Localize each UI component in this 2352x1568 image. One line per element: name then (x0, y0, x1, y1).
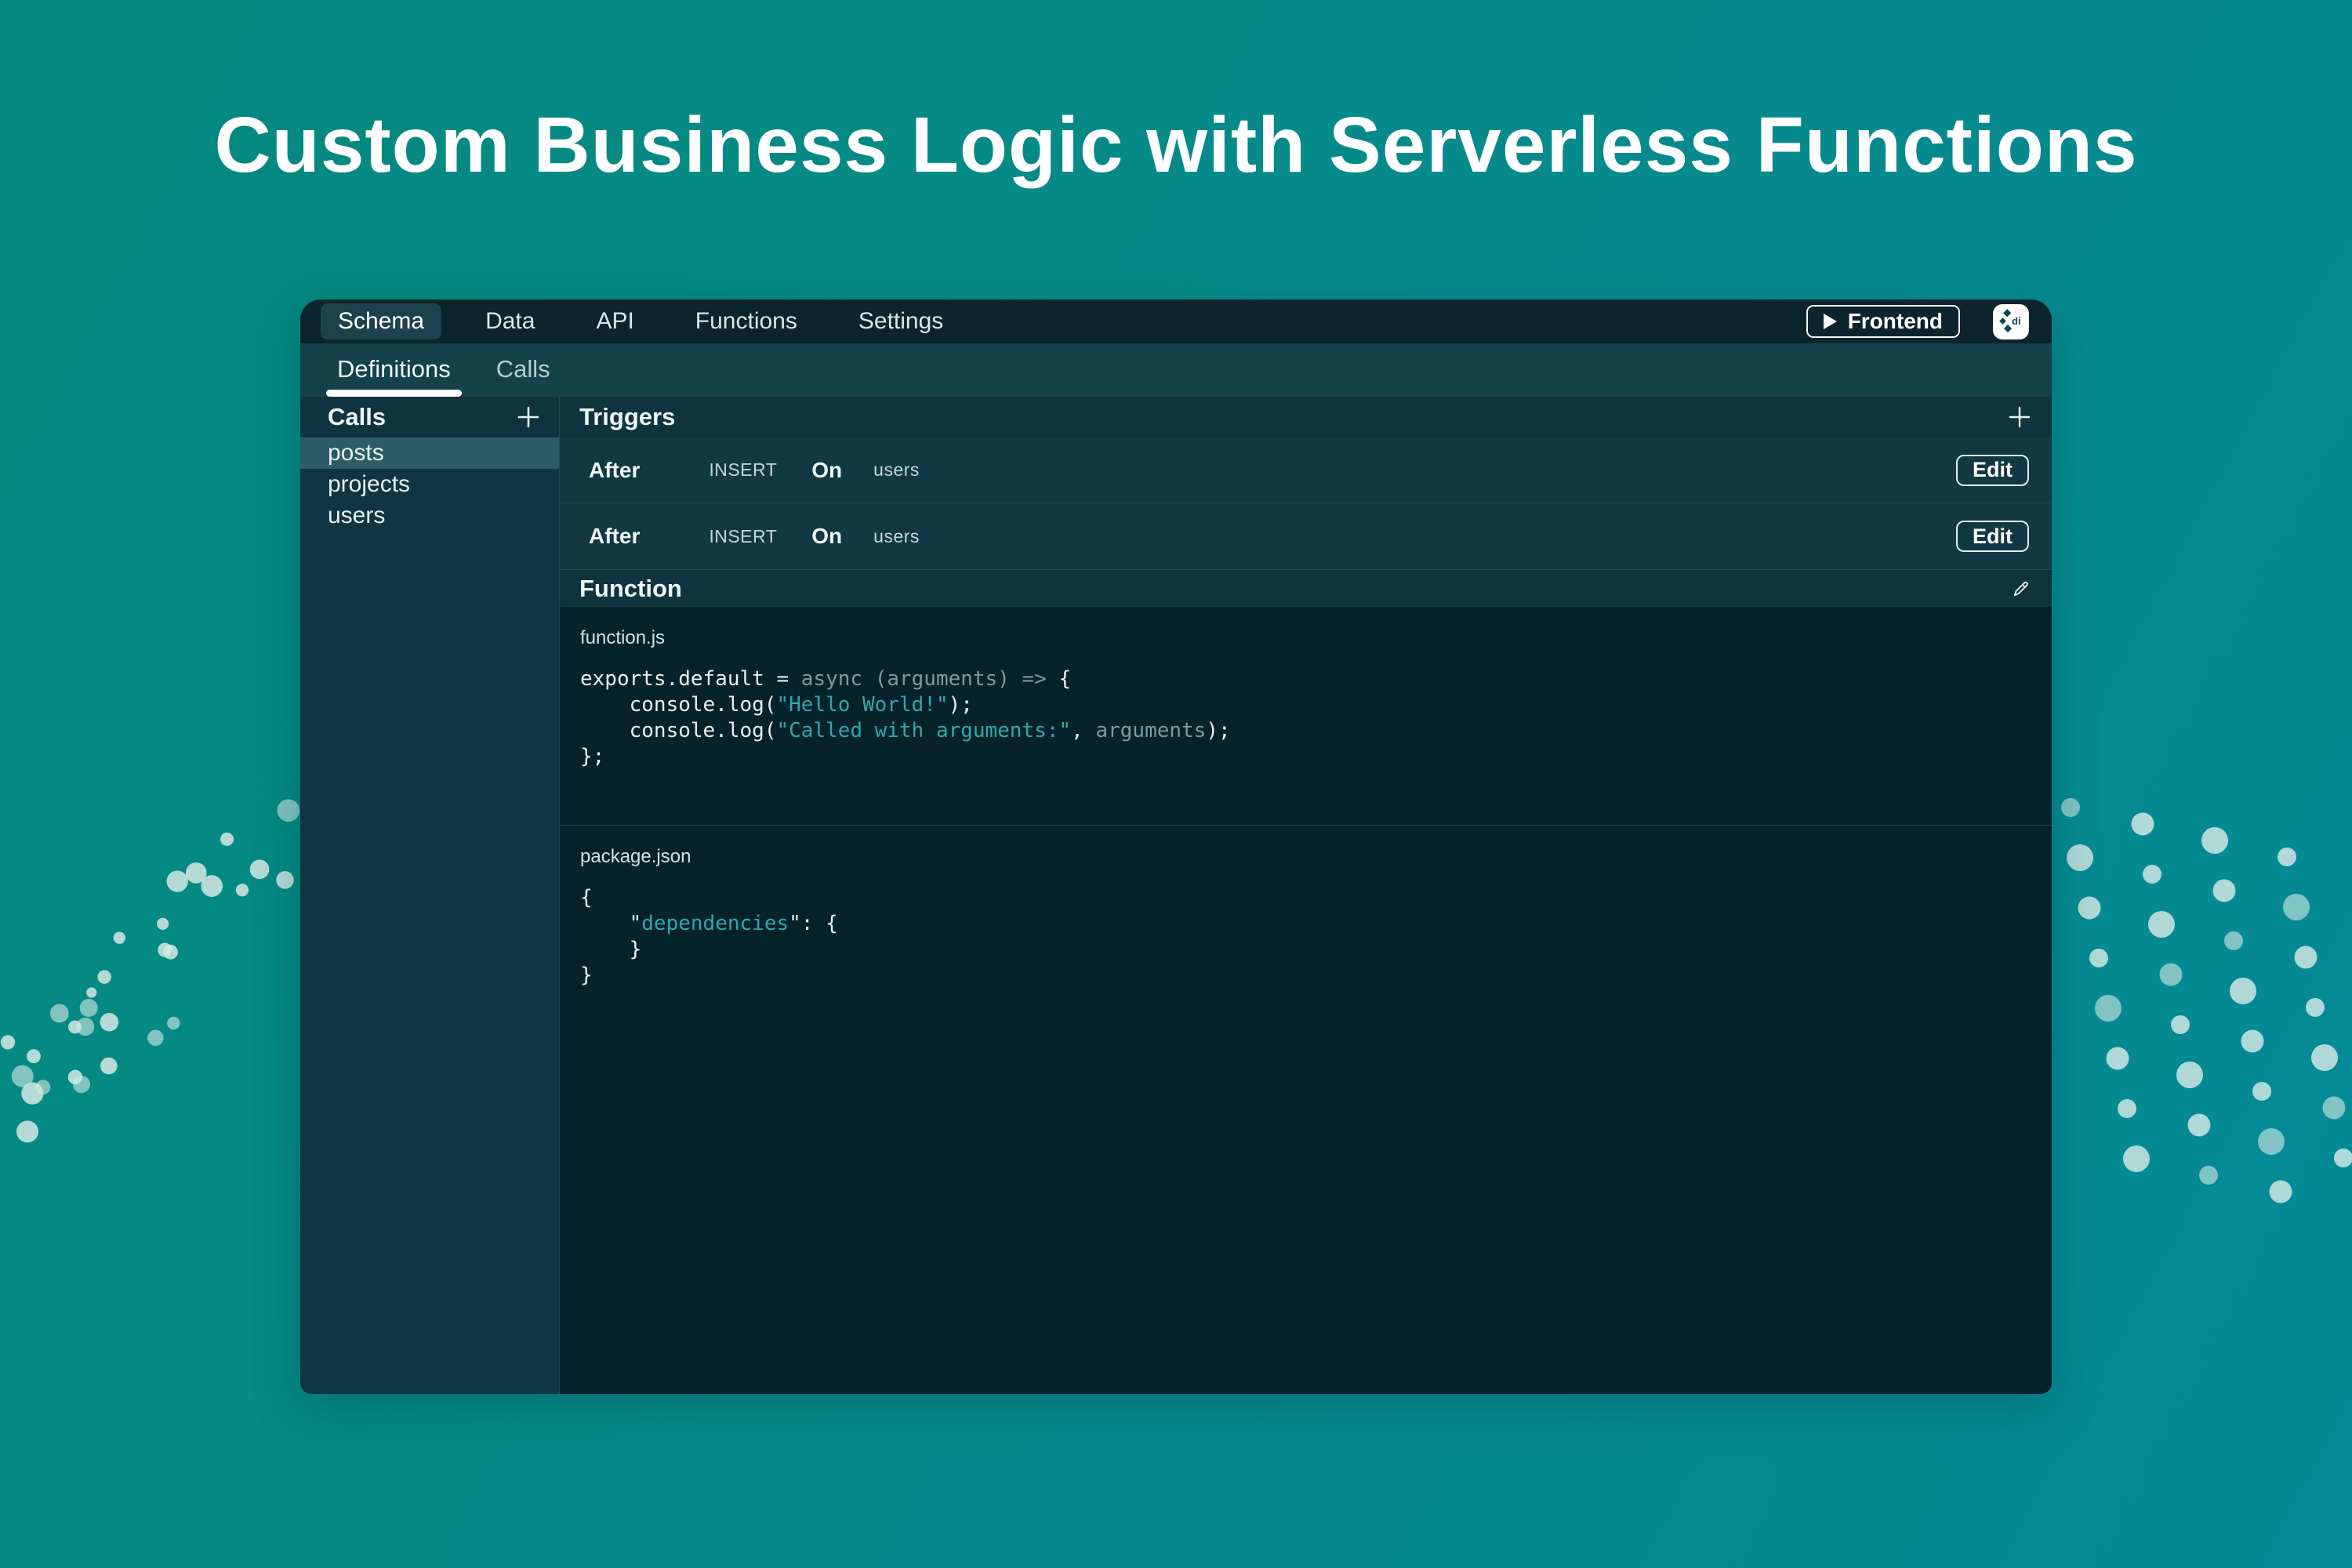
page-background: Custom Business Logic with Serverless Fu… (0, 0, 2352, 1568)
nav-right-controls: Frontend di (1806, 304, 2029, 339)
frontend-button[interactable]: Frontend (1806, 305, 1960, 338)
code-block-package-json: { "dependencies": { } } (580, 885, 2031, 989)
calls-sidebar: Calls posts projects users (300, 397, 560, 1394)
tab-api[interactable]: API (579, 303, 651, 339)
main-panel: Triggers After INSERT On users Edit Aft (560, 397, 2052, 1394)
trigger-target: users (873, 459, 920, 481)
function-js-editor: function.js exports.default = async (arg… (560, 607, 2052, 825)
code-block-function-js: exports.default = async (arguments) => {… (580, 666, 2031, 770)
tab-settings[interactable]: Settings (841, 303, 960, 339)
code-line: { (580, 886, 593, 909)
sidebar-title: Calls (328, 403, 386, 431)
add-call-button[interactable] (517, 405, 540, 429)
function-header: Function (560, 569, 2052, 607)
code-line: console.log("Called with arguments:", ar… (580, 719, 1231, 742)
app-window: Schema Data API Functions Settings Front… (300, 299, 2052, 1394)
logo-text: di (2012, 315, 2021, 327)
file-name-label: function.js (580, 627, 2031, 649)
file-name-label: package.json (580, 846, 2031, 868)
edit-trigger-button[interactable]: Edit (1956, 455, 2029, 486)
triggers-header: Triggers (560, 397, 2052, 437)
trigger-row: After INSERT On users Edit (560, 503, 2052, 569)
sidebar-item-projects[interactable]: projects (300, 469, 559, 500)
code-line: }; (580, 745, 604, 768)
frontend-button-label: Frontend (1848, 310, 1943, 332)
tab-schema[interactable]: Schema (321, 303, 441, 339)
edit-function-button[interactable] (2011, 579, 2031, 599)
sidebar-item-users[interactable]: users (300, 500, 559, 532)
code-line: "dependencies": { (580, 912, 838, 935)
package-json-editor: package.json { "dependencies": { } } (560, 825, 2052, 1394)
code-line: exports.default = async (arguments) => { (580, 667, 1071, 691)
code-line: } (580, 938, 641, 961)
content-area: Calls posts projects users Triggers (300, 397, 2052, 1394)
trigger-timing: After (589, 524, 640, 549)
decor-dots-right (2052, 784, 2352, 1223)
page-title: Custom Business Logic with Serverless Fu… (0, 100, 2352, 191)
tab-calls[interactable]: Calls (495, 357, 552, 397)
triggers-title: Triggers (579, 403, 675, 431)
decor-dots-left (0, 780, 307, 1188)
trigger-event: INSERT (709, 526, 777, 547)
code-line: console.log("Hello World!"); (580, 693, 973, 717)
app-logo-button[interactable]: di (1993, 304, 2029, 339)
tab-data[interactable]: Data (468, 303, 552, 339)
pencil-icon (2011, 579, 2031, 599)
plus-icon (2008, 405, 2031, 429)
trigger-row: After INSERT On users Edit (560, 437, 2052, 503)
sidebar-item-posts[interactable]: posts (300, 437, 559, 469)
function-title: Function (579, 575, 682, 603)
nav-tabs: Schema Data API Functions Settings (321, 303, 960, 339)
sidebar-header: Calls (300, 397, 559, 437)
trigger-target: users (873, 526, 920, 547)
trigger-timing: After (589, 458, 640, 483)
top-nav: Schema Data API Functions Settings Front… (300, 299, 2052, 343)
code-line: } (580, 964, 593, 987)
plus-icon (517, 405, 540, 429)
add-trigger-button[interactable] (2008, 405, 2031, 429)
sub-nav: Definitions Calls (300, 343, 2052, 397)
logo-diamonds-icon: di (1998, 308, 2024, 335)
trigger-on: On (811, 458, 842, 483)
trigger-event: INSERT (709, 459, 777, 481)
trigger-on: On (811, 524, 842, 549)
edit-trigger-button[interactable]: Edit (1956, 521, 2029, 552)
tab-definitions[interactable]: Definitions (336, 357, 452, 397)
play-icon (1824, 314, 1837, 329)
calls-list: posts projects users (300, 437, 559, 532)
tab-functions[interactable]: Functions (678, 303, 815, 339)
